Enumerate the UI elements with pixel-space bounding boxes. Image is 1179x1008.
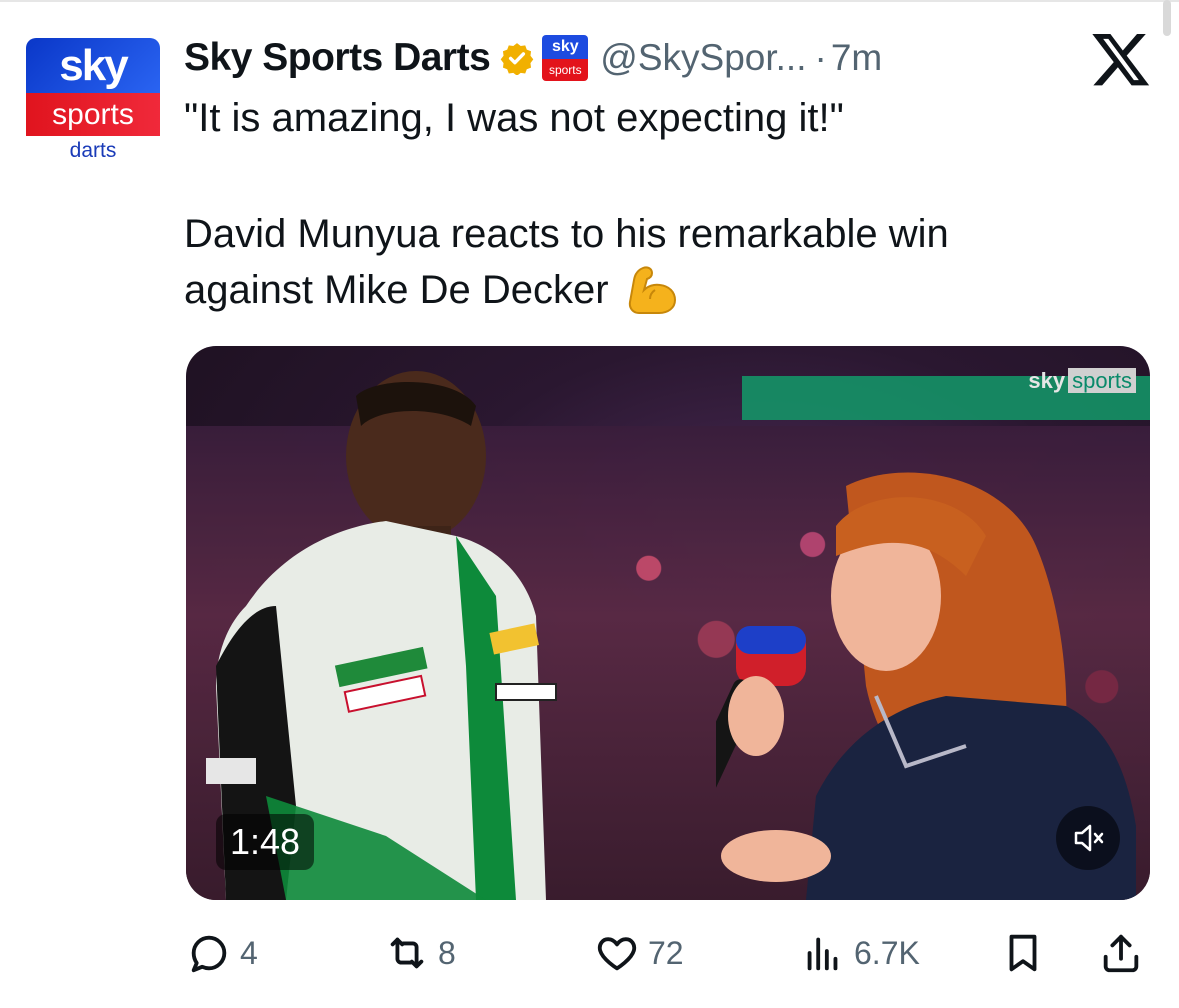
views-chart-icon bbox=[807, 937, 838, 971]
share-icon bbox=[1103, 934, 1139, 973]
separator-dot: · bbox=[814, 37, 827, 78]
affiliate-sports-text: sports bbox=[542, 59, 589, 81]
scrollbar[interactable] bbox=[1163, 0, 1171, 36]
tweet-text-line1: David Munyua reacts to his remarkable wi… bbox=[184, 212, 949, 256]
affiliate-badge[interactable]: sky sports bbox=[542, 35, 589, 81]
tweet-header: Sky Sports Darts sky sports @SkySpor... … bbox=[184, 30, 882, 86]
watermark-sky: sky bbox=[1028, 368, 1066, 393]
bookmark-button[interactable] bbox=[1000, 918, 1046, 988]
share-button[interactable] bbox=[1098, 918, 1144, 988]
video-duration: 1:48 bbox=[216, 814, 315, 870]
display-name[interactable]: Sky Sports Darts bbox=[184, 36, 491, 80]
affiliate-sky-text: sky bbox=[542, 35, 589, 59]
timestamp[interactable]: 7m bbox=[831, 37, 882, 79]
verified-badge-icon[interactable] bbox=[500, 41, 534, 75]
avatar-darts-text: darts bbox=[69, 139, 117, 162]
channel-watermark: sky sports bbox=[1028, 368, 1136, 394]
reply-icon bbox=[191, 935, 227, 973]
repost-icon bbox=[390, 937, 424, 969]
tweet-text-line2-row: against Mike De Decker bbox=[184, 262, 1144, 318]
action-bar: 4 8 72 6.7K bbox=[0, 918, 1179, 988]
watermark-sports: sports bbox=[1068, 368, 1136, 393]
avatar-sky-text: sky bbox=[59, 41, 128, 90]
views-count: 6.7K bbox=[854, 934, 920, 971]
reply-button[interactable]: 4 bbox=[186, 918, 258, 988]
flexed-biceps-emoji bbox=[628, 266, 676, 314]
heart-icon bbox=[597, 937, 637, 971]
views-button[interactable]: 6.7K bbox=[800, 918, 920, 988]
tweet-quote: "It is amazing, I was not expecting it!" bbox=[184, 96, 844, 140]
reply-count: 4 bbox=[240, 934, 258, 971]
video-player[interactable]: sky sports 1:48 bbox=[186, 346, 1150, 900]
repost-button[interactable]: 8 bbox=[384, 918, 456, 988]
like-button[interactable]: 72 bbox=[594, 918, 684, 988]
avatar[interactable]: sky sports darts bbox=[26, 38, 160, 164]
muted-speaker-icon bbox=[1074, 824, 1104, 852]
repost-count: 8 bbox=[438, 934, 456, 971]
top-divider bbox=[0, 0, 1179, 2]
user-handle[interactable]: @SkySpor... bbox=[600, 37, 806, 79]
tweet-text-line2: against Mike De Decker bbox=[184, 268, 609, 312]
mute-button[interactable] bbox=[1056, 806, 1120, 870]
x-logo-icon[interactable] bbox=[1090, 28, 1152, 90]
avatar-sports-text: sports bbox=[52, 98, 134, 131]
bookmark-icon bbox=[1009, 934, 1037, 972]
like-count: 72 bbox=[648, 934, 684, 971]
